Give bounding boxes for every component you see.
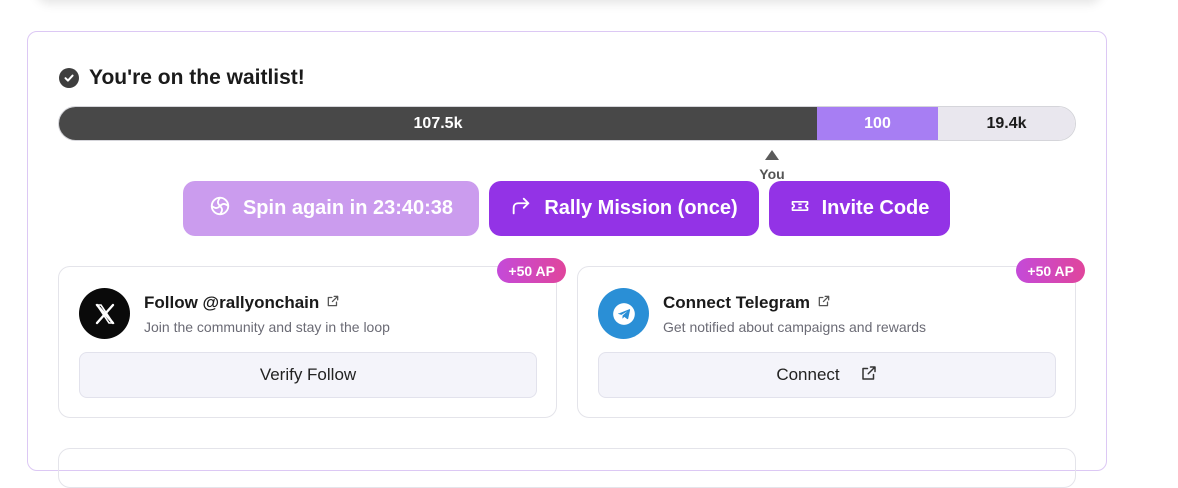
verify-follow-label: Verify Follow	[259, 365, 357, 384]
spin-wheel-icon	[209, 195, 231, 223]
follow-x-card: +50 AP Follow @rallyonchain Join the com…	[58, 258, 566, 418]
spin-again-button[interactable]: Spin again in 23:40:38	[183, 181, 479, 236]
telegram-title: Connect Telegram	[663, 293, 811, 312]
connect-telegram-button[interactable]: Connect	[598, 352, 1056, 398]
you-position-marker: You	[756, 150, 788, 182]
follow-description: Join the community and stay in the loop	[144, 319, 390, 335]
progress-segment-behind: 19.4k	[938, 107, 1075, 140]
share-arrow-icon	[510, 195, 532, 223]
waitlist-title: You're on the waitlist!	[89, 66, 305, 89]
waitlist-progress-bar: 107.5k 100 19.4k	[58, 106, 1076, 141]
card-title: Follow @rallyonchain	[144, 293, 340, 313]
external-link-icon	[860, 364, 878, 387]
external-link-icon[interactable]	[326, 293, 340, 313]
telegram-description: Get notified about campaigns and rewards	[663, 319, 927, 335]
reward-badge: +50 AP	[1016, 258, 1085, 283]
check-circle-icon	[59, 68, 79, 88]
verify-follow-button[interactable]: Verify Follow	[79, 352, 537, 398]
progress-segment-current: 100	[817, 107, 938, 140]
invite-code-label: Invite Code	[821, 197, 930, 219]
next-card	[58, 448, 1076, 488]
spin-again-label: Spin again in 23:40:38	[242, 197, 454, 219]
progress-segment-ahead: 107.5k	[59, 107, 817, 140]
rally-mission-label: Rally Mission (once)	[544, 197, 738, 219]
connect-label: Connect	[776, 365, 840, 384]
follow-title: Follow @rallyonchain	[144, 293, 320, 312]
invite-code-button[interactable]: Invite Code	[769, 181, 950, 236]
external-link-icon[interactable]	[817, 293, 831, 313]
rally-mission-button[interactable]: Rally Mission (once)	[489, 181, 759, 236]
x-logo-icon	[79, 288, 130, 339]
connect-telegram-card: +50 AP Connect Telegram Get notified abo…	[577, 258, 1085, 418]
marker-arrow-icon	[765, 150, 779, 160]
reward-badge: +50 AP	[497, 258, 566, 283]
telegram-icon	[598, 288, 649, 339]
card-title: Connect Telegram	[663, 293, 831, 313]
you-label: You	[759, 166, 785, 182]
ticket-icon	[790, 196, 810, 222]
waitlist-header: You're on the waitlist!	[59, 65, 305, 91]
